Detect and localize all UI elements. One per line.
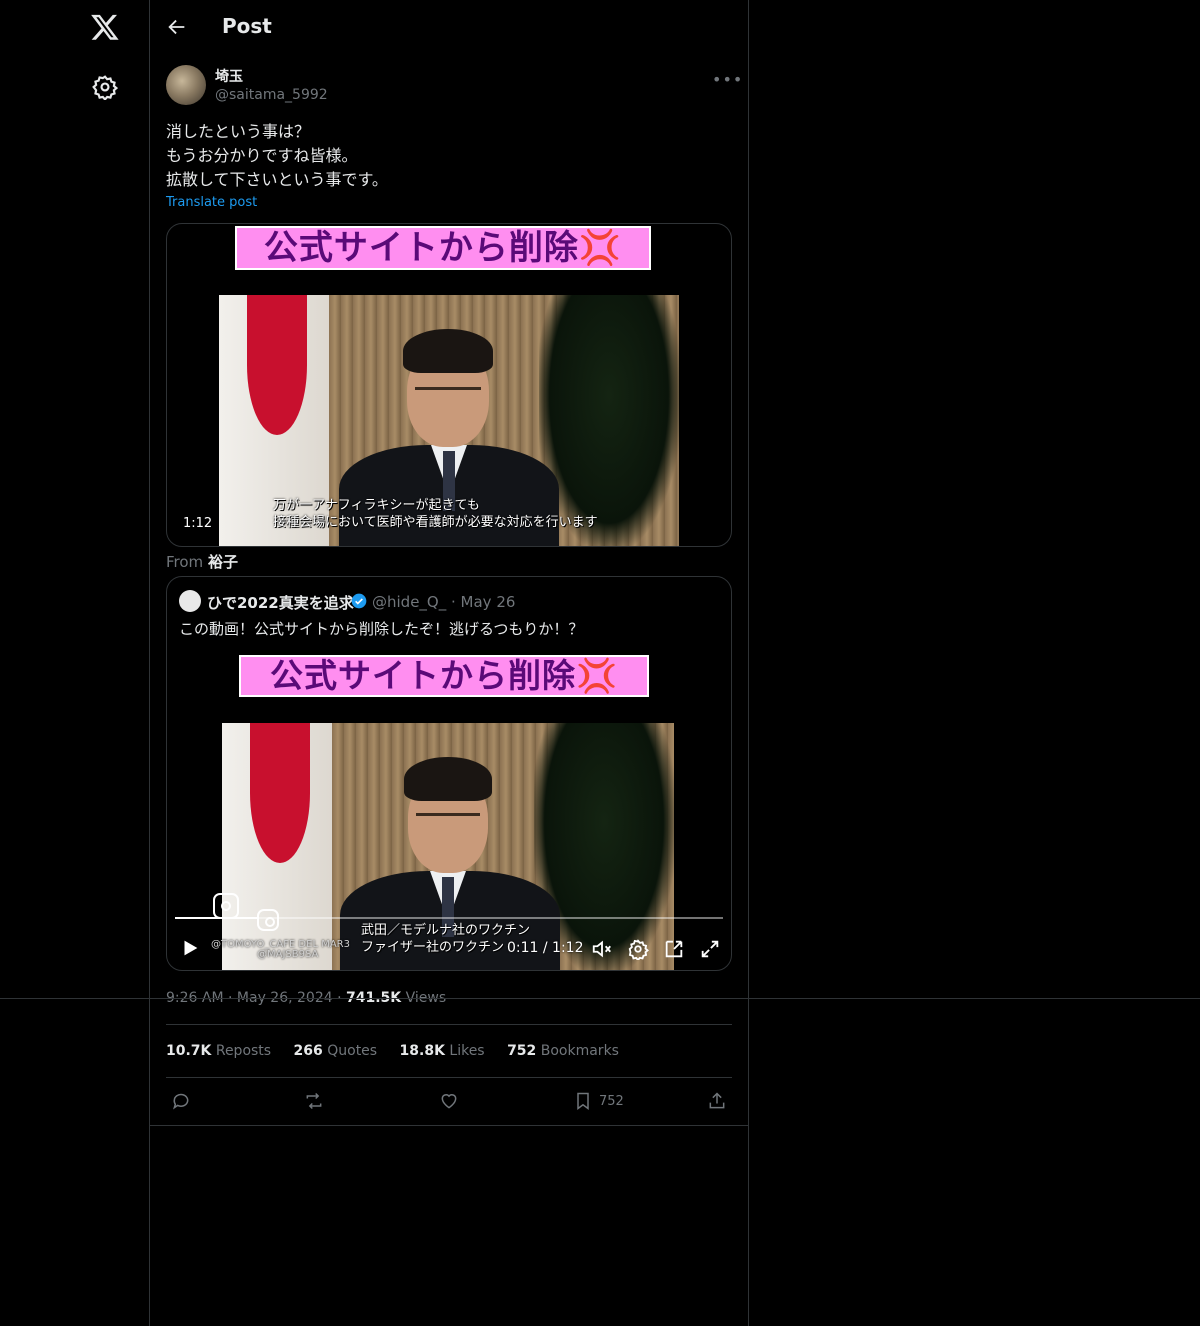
author-name[interactable]: 埼玉 (215, 66, 243, 86)
video-subtitle: 万が一アナフィラキシーが起きても 接種会場において医師や看護師が必要な対応を行い… (273, 498, 598, 530)
repost-button[interactable] (304, 1090, 324, 1112)
quotes-stat[interactable]: 266 Quotes (294, 1043, 378, 1059)
instagram-icon (257, 909, 279, 931)
repost-icon (306, 1092, 322, 1110)
quote-video-banner: 公式サイトから削除💢 (239, 655, 649, 697)
more-options-icon[interactable]: ••• (712, 70, 742, 89)
bookmark-button[interactable]: 752 (573, 1090, 624, 1112)
quote-video-subtitle: 武田／モデルナ社のワクチン ファイザー社のワクチン (361, 923, 531, 955)
viewport-fold-line (0, 998, 1200, 999)
play-icon[interactable] (179, 937, 201, 959)
video-settings-icon[interactable] (627, 938, 649, 960)
author-avatar[interactable] (166, 65, 206, 105)
reposts-stat[interactable]: 10.7K Reposts (166, 1043, 271, 1059)
settings-gear-icon[interactable] (92, 74, 118, 100)
video-frame: 万が一アナフィラキシーが起きても 接種会場において医師や看護師が必要な対応を行い… (219, 295, 679, 546)
page-title: Post (222, 14, 272, 38)
instagram-icon (213, 893, 239, 919)
quote-author-avatar[interactable] (179, 590, 201, 612)
post-column: Post 埼玉 @saitama_5992 ••• 消したという事は？ もうお分… (150, 0, 749, 1326)
quote-text: この動画！公式サイトから削除したぞ！逃げるつもりか！？ (179, 620, 584, 638)
divider (166, 1077, 732, 1078)
picture-in-picture-icon[interactable] (663, 938, 685, 960)
watermark-handle: @MAJSB9SA (257, 949, 319, 960)
author-handle[interactable]: @saitama_5992 (215, 87, 328, 103)
video-banner: 公式サイトから削除💢 (235, 226, 651, 270)
divider (166, 1024, 732, 1025)
heart-icon (441, 1094, 457, 1109)
engagement-stats: 10.7K Reposts 266 Quotes 18.8K Likes 752… (166, 1043, 637, 1059)
action-bar: 752 (166, 1090, 732, 1114)
fullscreen-icon[interactable] (699, 938, 721, 960)
reply-icon (173, 1093, 189, 1110)
x-logo-icon[interactable] (90, 12, 120, 42)
share-button[interactable] (707, 1090, 727, 1112)
mute-icon[interactable] (591, 938, 613, 960)
video-controls[interactable]: 武田／モデルナ社のワクチン ファイザー社のワクチン @TOMOYO_CAFE D… (167, 893, 731, 970)
bookmark-count: 752 (599, 1093, 624, 1109)
quote-author-name[interactable]: ひで2022真実を追求 (207, 592, 354, 613)
share-icon (709, 1092, 725, 1109)
divider (150, 1125, 748, 1126)
reply-button[interactable] (171, 1090, 191, 1112)
left-navigation (0, 0, 150, 1326)
like-button[interactable] (439, 1090, 459, 1112)
post-text: 消したという事は？ もうお分かりですね皆様。 拡散して下さいという事です。 (166, 122, 388, 189)
verified-badge-icon (351, 593, 367, 609)
from-attribution[interactable]: From 裕子 (166, 551, 238, 572)
likes-stat[interactable]: 18.8K Likes (400, 1043, 485, 1059)
quoted-post[interactable]: ひで2022真実を追求 @hide_Q_ · May 26 この動画！公式サイト… (166, 576, 732, 971)
translate-post-link[interactable]: Translate post (166, 195, 257, 210)
video-time: 0:11 / 1:12 (507, 940, 584, 956)
video-progress-bar[interactable] (175, 917, 723, 919)
quote-author-meta[interactable]: @hide_Q_ · May 26 (372, 593, 515, 611)
post-video[interactable]: 公式サイトから削除💢 万が一アナフィラキシーが起きても 接種会場において医師や看… (166, 223, 732, 547)
video-duration: 1:12 (177, 515, 219, 532)
back-arrow-icon[interactable] (166, 16, 188, 38)
bookmarks-stat[interactable]: 752 Bookmarks (507, 1043, 619, 1059)
bookmark-icon (577, 1092, 589, 1110)
